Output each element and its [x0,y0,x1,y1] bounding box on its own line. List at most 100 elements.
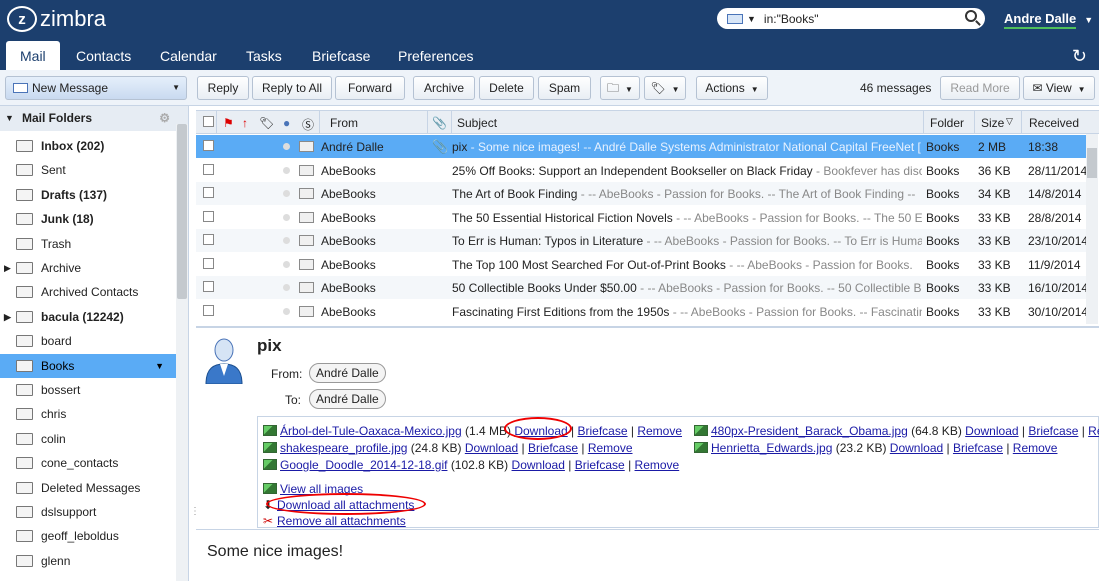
scrollbar-thumb[interactable] [177,124,187,299]
row-checkbox[interactable] [203,163,214,178]
sidebar-item-bacula[interactable]: ▶ bacula (12242) [0,305,176,329]
download-link[interactable]: Download [890,441,943,455]
attachment-column-icon[interactable]: 📎 [432,116,447,130]
from-column-header[interactable]: From [330,116,358,130]
sidebar-item-deleted[interactable]: Deleted Messages [0,476,176,500]
archive-button[interactable]: Archive [413,76,475,100]
read-more-button[interactable]: Read More [940,76,1020,100]
read-status-icon[interactable] [283,284,290,291]
attachment-name-link[interactable]: 480px-President_Barack_Obama.jpg [711,424,908,438]
subject-column-header[interactable]: Subject [457,116,497,130]
sidebar-item-archive[interactable]: ▶ Archive [0,256,176,280]
sidebar-item-bossert[interactable]: bossert [0,378,176,402]
mail-search-type-icon[interactable] [727,13,743,24]
row-checkbox[interactable] [203,234,214,248]
attachment-name-link[interactable]: Google_Doodle_2014-12-18.gif [280,458,447,472]
row-checkbox[interactable] [203,210,214,225]
tab-contacts[interactable]: Contacts [76,41,131,70]
sidebar-item-glenn[interactable]: glenn [0,549,176,573]
size-column-header[interactable]: Size [981,116,1004,130]
briefcase-link[interactable]: Briefcase [1028,424,1078,438]
sidebar-item-trash[interactable]: Trash [0,232,176,256]
briefcase-link[interactable]: Briefcase [575,458,625,472]
list-scrollbar[interactable] [1086,134,1098,324]
remove-link[interactable]: Re [1088,424,1099,438]
sidebar-item-colin[interactable]: colin [0,427,176,451]
flag-column-icon[interactable]: ⚑ [223,116,234,130]
download-link[interactable]: Download [512,458,565,472]
expand-icon[interactable]: ▶ [4,256,11,280]
select-all-checkbox[interactable] [203,116,214,130]
tab-calendar[interactable]: Calendar [160,41,217,70]
briefcase-link[interactable]: Briefcase [578,424,628,438]
read-status-icon[interactable] [283,143,290,150]
message-row[interactable]: AbeBooks 25% Off Books: Support an Indepe… [196,159,1086,182]
chevron-down-icon[interactable]: ▼ [155,354,164,378]
tab-briefcase[interactable]: Briefcase [312,41,370,70]
row-checkbox[interactable] [203,140,214,154]
tag-column-icon[interactable]: 🏷 [259,116,274,130]
sidebar-item-board[interactable]: board [0,329,176,353]
reply-all-button[interactable]: Reply to All [252,76,332,100]
message-row[interactable]: AbeBooks The Top 100 Most Searched For Ou… [196,253,1086,276]
attachment-name-link[interactable]: Henrietta_Edwards.jpg [711,441,832,455]
gear-icon[interactable]: ⚙ [159,106,170,131]
message-row[interactable]: AbeBooks The Art of Book Finding - -- Abe… [196,182,1086,205]
message-row[interactable]: AbeBooks 50 Collectible Books Under $50.0… [196,276,1086,299]
mail-folders-header[interactable]: Mail Folders⚙ [0,106,188,131]
tag-button[interactable]: 🏷 ▼ [644,76,686,100]
sidebar-item-drafts[interactable]: Drafts (137) [0,183,176,207]
view-button[interactable]: ✉ View ▼ [1023,76,1095,100]
tab-preferences[interactable]: Preferences [398,41,473,70]
reply-button[interactable]: Reply [197,76,249,100]
user-menu[interactable]: Andre Dalle ▼ [1004,11,1093,29]
folder-column-header[interactable]: Folder [930,116,964,130]
to-address-bubble[interactable]: André Dalle [309,389,386,409]
search-input[interactable]: in:"Books" [764,12,819,26]
message-row[interactable]: AbeBooks Fascinating First Editions from … [196,300,1086,323]
download-link[interactable]: Download [965,424,1018,438]
attachment-name-link[interactable]: Árbol-del-Tule-Oaxaca-Mexico.jpg [280,424,462,438]
download-link[interactable]: Download [465,441,518,455]
sidebar-item-chris[interactable]: chris [0,402,176,426]
search-bar[interactable]: ▼ in:"Books" [717,8,985,29]
row-checkbox[interactable] [203,281,214,295]
row-checkbox[interactable] [203,187,214,201]
read-status-icon[interactable] [283,213,290,221]
new-message-button[interactable]: New Message ▼ [5,76,187,100]
message-row[interactable]: André Dalle 📎 pix - Some nice images! -- A… [196,135,1086,158]
sidebar-scrollbar[interactable] [176,124,188,581]
message-row[interactable]: AbeBooks To Err is Human: Typos in Litera… [196,229,1086,252]
read-status-column-icon[interactable]: ● [283,116,290,130]
sender-status-column-icon[interactable]: Ⓢ [302,116,314,133]
chevron-down-icon[interactable]: ▼ [747,14,756,24]
sidebar-item-sent[interactable]: Sent [0,158,176,182]
remove-link[interactable]: Remove [1013,441,1058,455]
tab-mail[interactable]: Mail [6,41,60,70]
scrollbar-thumb[interactable] [1087,148,1097,178]
read-status-icon[interactable] [283,260,290,268]
move-button[interactable]: 🗀 ▼ [600,76,640,100]
read-status-icon[interactable] [283,307,290,315]
spam-button[interactable]: Spam [538,76,591,100]
forward-button[interactable]: Forward [335,76,405,100]
sidebar-item-books[interactable]: Books ▼ [0,353,176,378]
refresh-icon[interactable]: ↻ [1072,46,1087,67]
received-column-header[interactable]: Received [1029,116,1079,130]
remove-all-link[interactable]: ✂ Remove all attachments [263,514,406,528]
from-address-bubble[interactable]: André Dalle [309,363,386,383]
remove-link[interactable]: Remove [588,441,633,455]
remove-link[interactable]: Remove [635,458,680,472]
remove-link[interactable]: Remove [637,424,682,438]
briefcase-link[interactable]: Briefcase [953,441,1003,455]
tab-tasks[interactable]: Tasks [246,41,282,70]
delete-button[interactable]: Delete [479,76,534,100]
sidebar-item-dslsupport[interactable]: dslsupport [0,500,176,524]
message-row[interactable]: AbeBooks The 50 Essential Historical Fict… [196,206,1086,229]
sidebar-item-junk[interactable]: Junk (18) [0,207,176,231]
sidebar-item-inbox[interactable]: Inbox (202) [0,134,176,158]
read-status-icon[interactable] [283,237,290,244]
actions-button[interactable]: Actions ▼ [696,76,768,100]
chevron-down-icon[interactable]: ▼ [172,77,180,99]
sidebar-item-cone_contacts[interactable]: cone_contacts [0,451,176,475]
